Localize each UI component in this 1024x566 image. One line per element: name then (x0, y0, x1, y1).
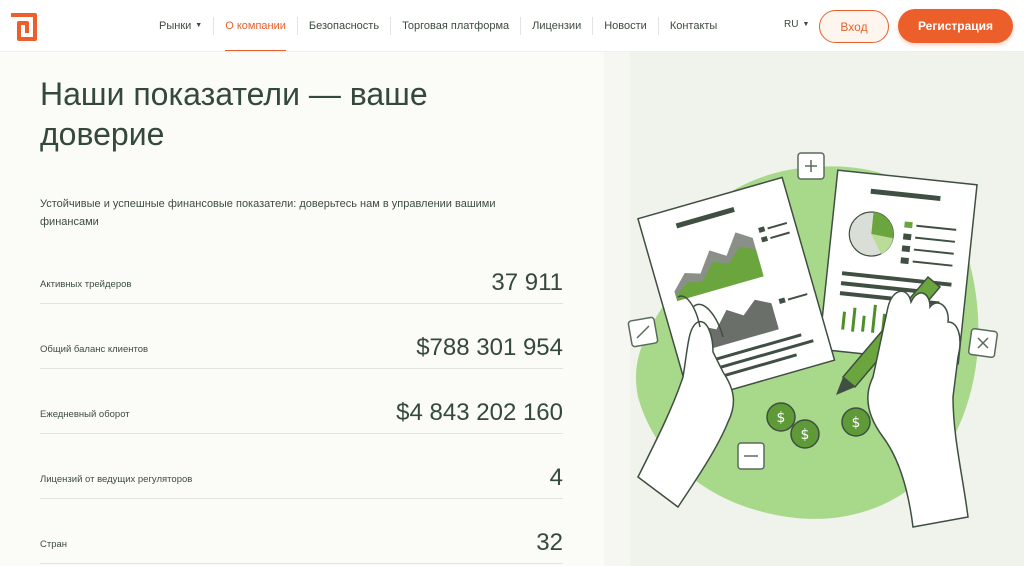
brand-logo-icon[interactable] (9, 13, 37, 41)
nav-item-news[interactable]: Новости (593, 17, 659, 35)
nav-item-security[interactable]: Безопасность (298, 17, 392, 35)
stat-row: Активных трейдеров 37 911 (40, 239, 563, 304)
minus-icon (737, 442, 765, 470)
chevron-down-icon: ▼ (195, 22, 203, 30)
nav-item-about[interactable]: О компании (214, 17, 298, 51)
svg-text:$: $ (852, 415, 861, 431)
nav-item-licenses[interactable]: Лицензии (521, 17, 594, 35)
stat-row: Лицензий от ведущих регуляторов 4 (40, 434, 563, 499)
multiply-icon (967, 327, 999, 359)
finance-illustration: $ $ $ (627, 152, 999, 528)
site-header: Рынки ▼ О компании Безопасность Торговая … (0, 0, 1024, 52)
stat-value: 32 (536, 529, 563, 556)
main-nav: Рынки ▼ О компании Безопасность Торговая … (148, 0, 728, 52)
stat-label: Стран (40, 539, 68, 550)
stat-value: 4 (549, 464, 563, 491)
nav-item-platform[interactable]: Торговая платформа (391, 17, 522, 35)
register-button[interactable]: Регистрация (898, 9, 1013, 43)
page-subtitle: Устойчивые и успешные финансовые показат… (40, 198, 496, 228)
nav-item-markets[interactable]: Рынки ▼ (148, 17, 215, 35)
illustration-panel: $ $ $ (604, 52, 1024, 566)
nav-item-contacts[interactable]: Контакты (659, 17, 729, 35)
coin-icon: $ (790, 419, 820, 449)
login-button[interactable]: Вход (819, 10, 889, 43)
stat-value: $788 301 954 (416, 334, 563, 361)
stat-value: 37 911 (491, 269, 563, 296)
stat-value: $4 843 202 160 (396, 399, 563, 426)
stat-row: Стран 32 (40, 499, 563, 564)
stat-label: Ежедневный оборот (40, 409, 130, 420)
stats-section: Наши показатели — ваше доверие Устойчивы… (0, 52, 604, 566)
stat-label: Активных трейдеров (40, 279, 132, 290)
svg-text:$: $ (777, 410, 786, 426)
svg-text:$: $ (801, 427, 810, 443)
stat-label: Общий баланс клиентов (40, 344, 149, 355)
percent-icon (627, 316, 659, 348)
plus-icon (797, 152, 825, 180)
language-selector[interactable]: RU ▼ (784, 19, 809, 30)
stat-row: Общий баланс клиентов $788 301 954 (40, 304, 563, 369)
stat-label: Лицензий от ведущих регуляторов (40, 474, 193, 485)
chevron-down-icon: ▼ (802, 20, 810, 28)
page-title: Наши показатели — ваше доверие (40, 76, 428, 152)
coin-icon: $ (841, 407, 871, 437)
coin-icon: $ (766, 402, 796, 432)
stat-row: Ежедневный оборот $4 843 202 160 (40, 369, 563, 434)
